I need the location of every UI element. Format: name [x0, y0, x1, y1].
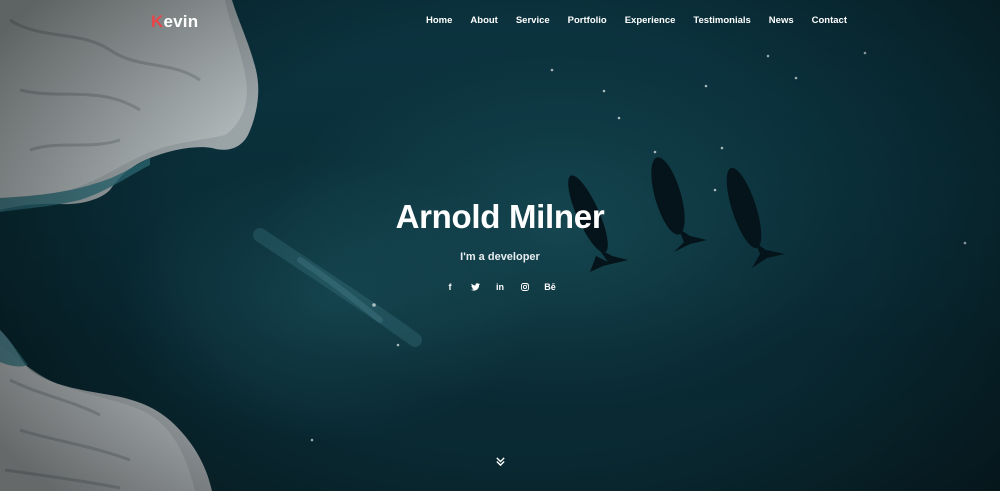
top-navbar: Kevin Home About Service Portfolio Exper… [0, 0, 1000, 44]
nav-link-experience[interactable]: Experience [625, 15, 676, 26]
hero-subtitle: I'm a developer [460, 251, 540, 263]
nav-link-service[interactable]: Service [516, 15, 550, 26]
nav-link-news[interactable]: News [769, 15, 794, 26]
nav-link-testimonials[interactable]: Testimonials [693, 15, 750, 26]
hero-background-image [0, 0, 967, 491]
twitter-link[interactable] [463, 280, 488, 294]
scroll-down-button[interactable] [492, 454, 508, 468]
double-chevron-down-icon [495, 456, 505, 466]
social-links: f in Bē [0, 280, 1000, 294]
nav-link-contact[interactable]: Contact [812, 15, 847, 26]
linkedin-icon: in [496, 282, 504, 292]
brand-logo-initial: K [151, 12, 164, 31]
nav-link-home[interactable]: Home [426, 15, 452, 26]
instagram-link[interactable] [513, 280, 538, 294]
nav-link-portfolio[interactable]: Portfolio [568, 15, 607, 26]
linkedin-link[interactable]: in [488, 280, 513, 294]
twitter-icon [470, 283, 480, 291]
facebook-link[interactable]: f [438, 280, 463, 294]
instagram-icon [521, 283, 529, 291]
behance-link[interactable]: Bē [538, 280, 563, 294]
behance-icon: Bē [544, 282, 556, 292]
brand-logo-text: evin [163, 12, 199, 31]
nav-link-about[interactable]: About [470, 15, 497, 26]
facebook-icon: f [448, 282, 452, 292]
hero-title: Arnold Milner [395, 198, 605, 235]
main-nav: Home About Service Portfolio Experience … [426, 15, 847, 26]
hero-section: Kevin Home About Service Portfolio Exper… [0, 0, 1000, 491]
brand-logo[interactable]: Kevin [151, 12, 198, 32]
